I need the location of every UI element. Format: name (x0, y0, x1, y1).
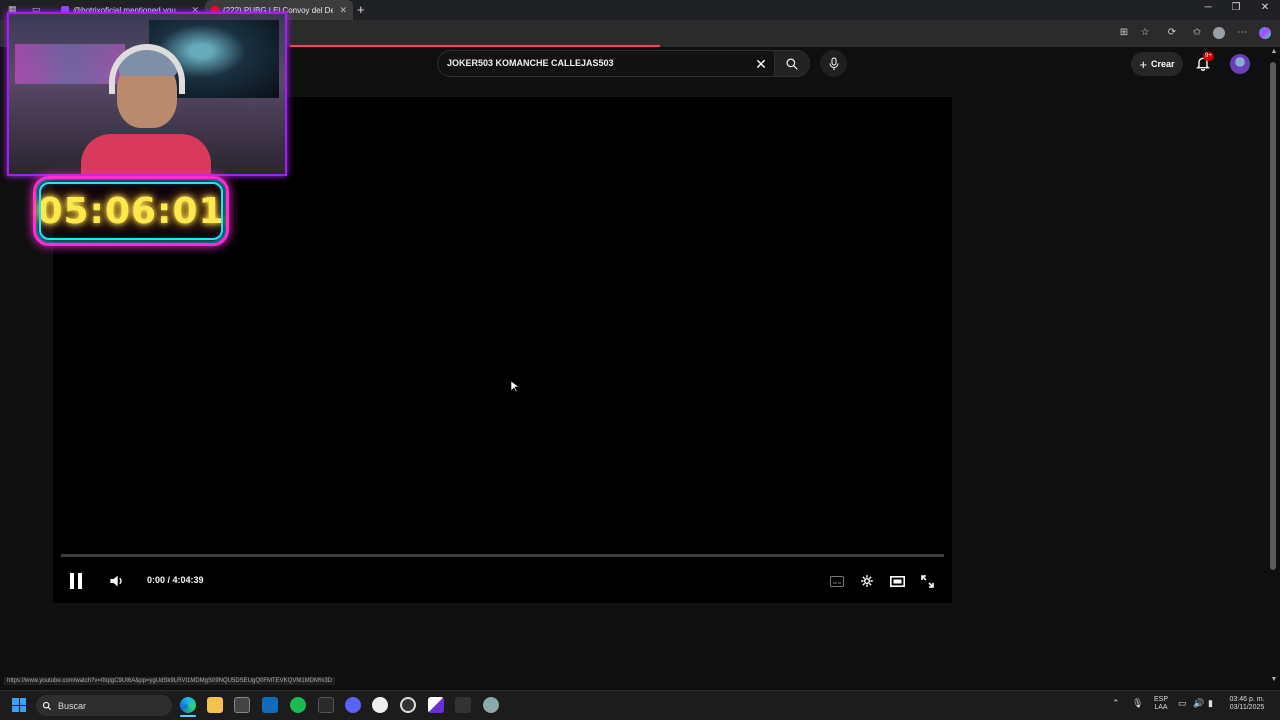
file-explorer-icon[interactable] (207, 697, 223, 713)
scroll-down-arrow-icon[interactable]: ▼ (1269, 676, 1279, 683)
create-button[interactable]: + Crear (1131, 52, 1183, 76)
show-hidden-icons-chevron-icon[interactable]: ⌃ (1112, 698, 1120, 709)
taskbar-search-placeholder: Buscar (58, 700, 87, 711)
profile-icon[interactable] (1213, 27, 1225, 39)
webcam-overlay (7, 12, 287, 176)
volume-icon[interactable]: 🔊 (1193, 698, 1204, 709)
fullscreen-icon (920, 574, 934, 588)
discord-icon[interactable] (345, 697, 361, 713)
notification-badge: 9+ (1203, 52, 1214, 61)
search-icon (42, 701, 52, 710)
status-bar-url: https://www.youtube.com/watch?v=0tqIgC9U… (4, 677, 336, 685)
outlook-icon[interactable] (262, 697, 278, 713)
close-tab-icon[interactable]: ✕ (339, 5, 347, 16)
favorites-icon[interactable]: ✩ (1191, 27, 1203, 39)
avatar[interactable] (1230, 54, 1250, 74)
windows-start-icon[interactable] (12, 698, 26, 712)
new-tab-button[interactable]: + (357, 2, 365, 17)
favorite-star-icon[interactable]: ☆ (1139, 27, 1151, 39)
keyboard-app-icon[interactable] (455, 697, 471, 713)
pause-button[interactable] (66, 571, 86, 591)
mouse-cursor-icon (510, 380, 520, 398)
spotify-icon[interactable] (290, 697, 306, 713)
active-app-indicator (180, 715, 196, 717)
app-available-icon[interactable]: ⊞ (1118, 27, 1130, 39)
subtitles-icon (830, 575, 844, 587)
clock-time: 03:46 p. m. (1229, 696, 1265, 703)
search-input[interactable]: JOKER503 KOMANCHE CALLEJAS503 (447, 58, 614, 68)
capture-app-icon[interactable] (428, 697, 444, 713)
language-bottom: LAA (1154, 704, 1168, 711)
close-window-icon[interactable]: ✕ (1255, 2, 1275, 13)
network-icon[interactable]: ▭ (1178, 698, 1187, 709)
stream-timer: 05:06:01 (37, 190, 225, 232)
terminal-icon[interactable] (318, 697, 334, 713)
language-top: ESP (1153, 696, 1168, 703)
settings-button[interactable] (857, 571, 877, 591)
plus-icon: + (1139, 56, 1148, 72)
progress-bar[interactable] (61, 554, 944, 557)
pause-icon (70, 573, 82, 589)
settings-app-icon[interactable] (483, 697, 499, 713)
taskbar-search[interactable]: Buscar (36, 695, 172, 716)
create-label: Crear (1151, 59, 1175, 69)
subtitles-button[interactable] (827, 571, 847, 591)
minimize-icon[interactable]: ─ (1198, 2, 1218, 13)
messaging-app-icon[interactable] (372, 697, 388, 713)
copilot-icon[interactable] (1259, 27, 1271, 39)
time-display: 0:00 / 4:04:39 (147, 575, 204, 585)
restore-icon[interactable]: ❐ (1226, 2, 1246, 13)
extensions-icon[interactable]: ⟳ (1166, 27, 1178, 39)
search-button[interactable] (774, 50, 810, 77)
gear-icon (861, 575, 873, 587)
scrollbar-thumb[interactable] (1270, 62, 1276, 570)
edge-browser-icon[interactable] (180, 697, 196, 713)
scroll-up-arrow-icon[interactable]: ▲ (1269, 48, 1279, 55)
clock-date: 03/11/2025 (1229, 704, 1265, 711)
theater-mode-button[interactable] (887, 571, 907, 591)
language-indicator[interactable]: ESP LAA (1150, 696, 1172, 712)
volume-button[interactable] (107, 571, 127, 591)
volume-icon (110, 575, 122, 587)
stream-timer-overlay: 05:06:01 (33, 176, 229, 246)
microphone-icon (829, 57, 838, 70)
clear-search-icon[interactable]: ✕ (752, 55, 770, 73)
more-options-icon[interactable]: ⋯ (1236, 27, 1248, 39)
obs-studio-icon[interactable] (400, 697, 416, 713)
search-icon (786, 57, 798, 70)
voice-search-button[interactable] (820, 50, 847, 77)
fullscreen-button[interactable] (917, 571, 937, 591)
battery-icon[interactable]: ▮ (1208, 698, 1213, 709)
taskbar-clock[interactable]: 03:46 p. m. 03/11/2025 (1224, 696, 1270, 712)
webcam-person-shirt (81, 134, 211, 174)
page-loading-bar (290, 45, 660, 47)
microphone-icon[interactable]: 🎙 (1132, 698, 1143, 709)
theater-mode-icon (889, 575, 905, 587)
microsoft-store-icon[interactable] (234, 697, 250, 713)
